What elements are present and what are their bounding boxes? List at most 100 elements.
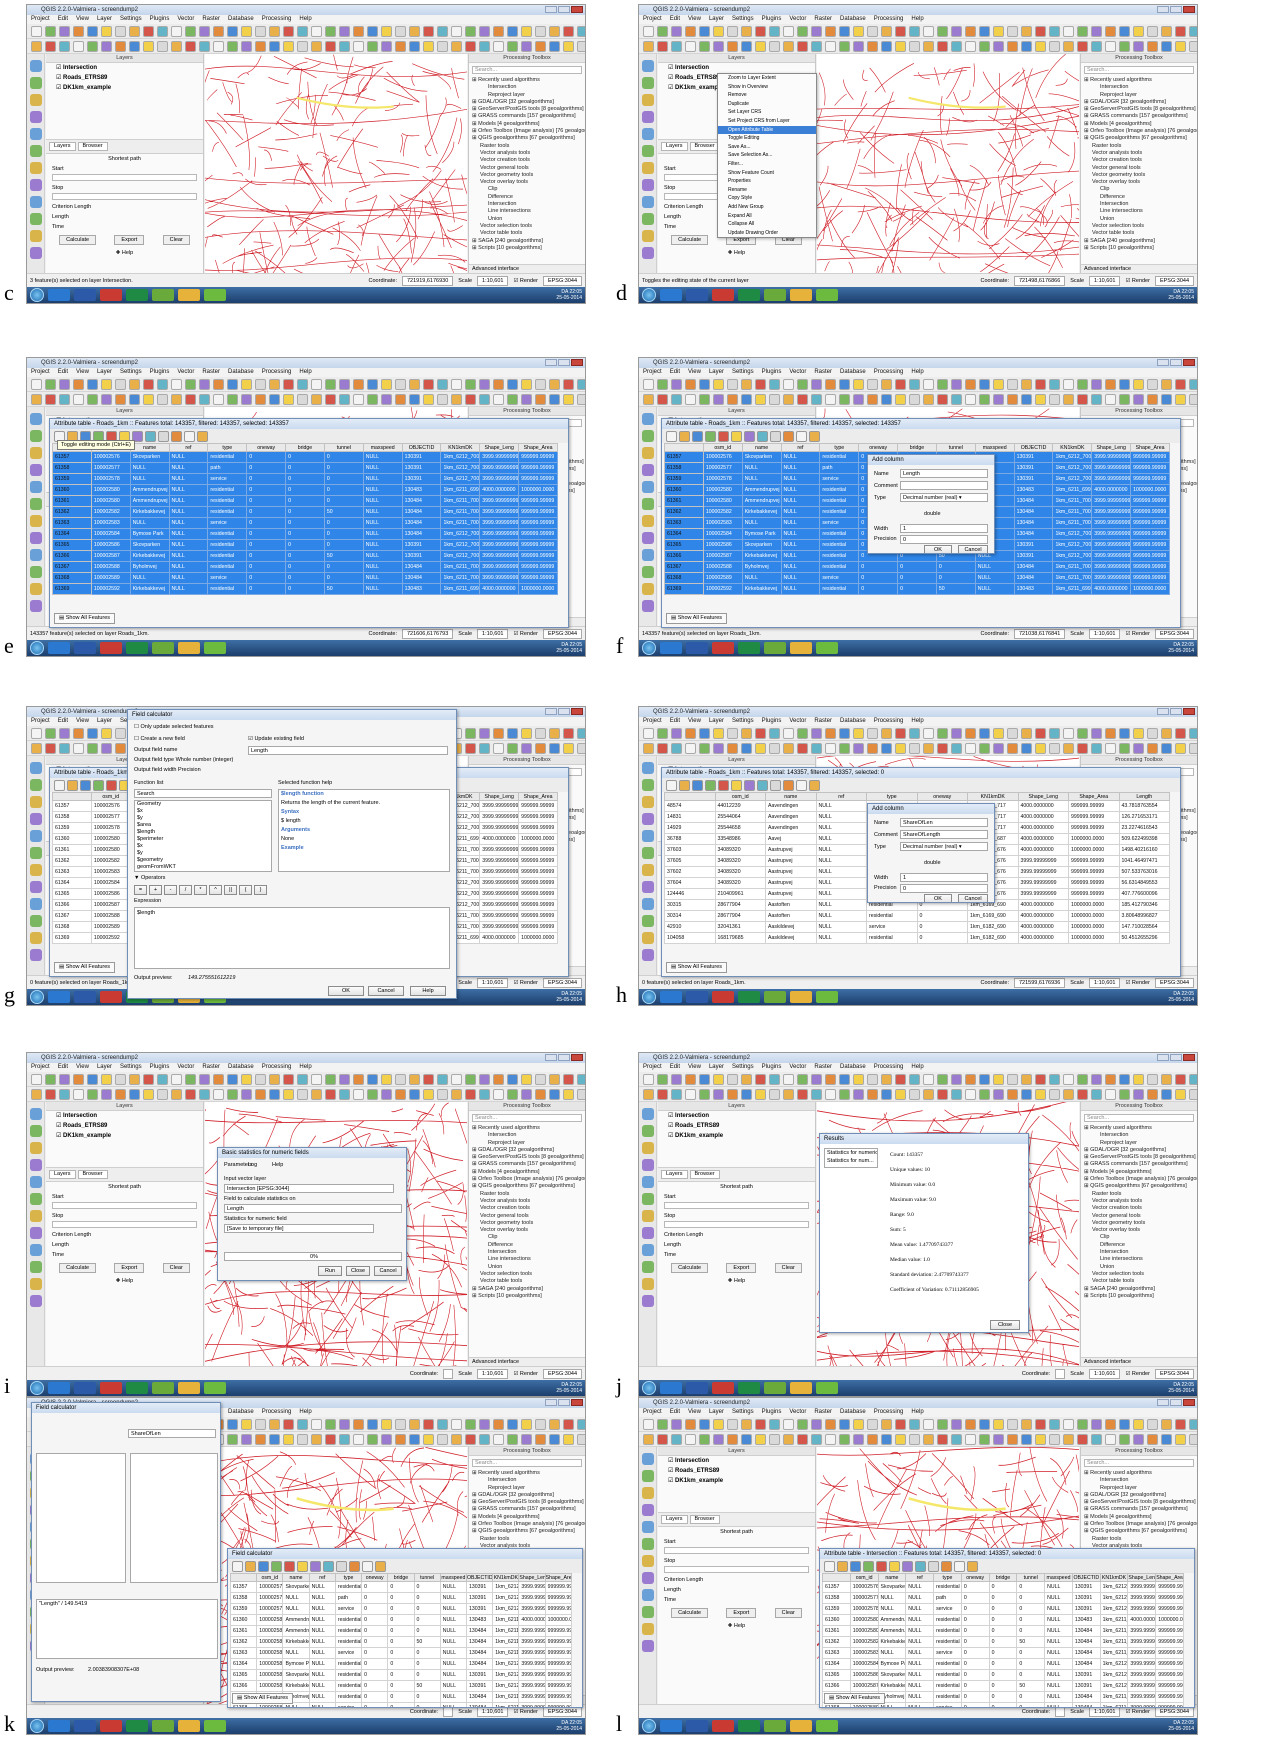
table-cell[interactable]: 61359: [52, 822, 92, 834]
word-icon[interactable]: [686, 289, 708, 301]
table-cell[interactable]: NULL: [877, 1647, 907, 1659]
table-cell[interactable]: 3999.99999999: [479, 550, 520, 562]
table-cell[interactable]: 61366: [822, 1680, 851, 1692]
chrome-icon[interactable]: [790, 1720, 812, 1732]
tab-browser[interactable]: Browser: [689, 1170, 720, 1179]
excel-icon[interactable]: [126, 1720, 148, 1732]
toolbox-tree-item[interactable]: Vector creation tools: [1081, 1205, 1197, 1212]
toolbar-tool-icon[interactable]: [241, 1433, 252, 1445]
table-cell[interactable]: 0: [988, 1581, 1018, 1593]
toolbar-tool-icon[interactable]: [563, 393, 574, 405]
toolbar-tool-icon[interactable]: [437, 1418, 448, 1430]
column-header[interactable]: oneway: [246, 443, 287, 452]
toolbox-tree-item[interactable]: Vector geometry tools: [469, 1220, 585, 1227]
table-cell[interactable]: 1000000.0000: [1068, 921, 1120, 933]
table-cell[interactable]: service: [819, 473, 860, 485]
table-cell[interactable]: NULL: [815, 800, 867, 812]
table-cell[interactable]: 3999.99999999: [1091, 462, 1132, 474]
table-cell[interactable]: 50: [413, 1636, 441, 1648]
table-cell[interactable]: 130391: [1013, 473, 1054, 485]
table-cell[interactable]: residential: [933, 1658, 962, 1670]
qgis-icon[interactable]: [764, 1382, 786, 1394]
toolbar-tool-icon[interactable]: [727, 1433, 738, 1445]
acrobat-icon[interactable]: [100, 642, 122, 654]
table-cell[interactable]: NULL: [168, 539, 209, 551]
toolbar-tool-icon[interactable]: [563, 742, 574, 754]
toolbar-tool-icon[interactable]: [381, 393, 392, 405]
table-cell[interactable]: NULL: [308, 1680, 336, 1692]
table-cell[interactable]: NULL: [362, 462, 403, 474]
word-icon[interactable]: [74, 991, 96, 1003]
layer-item[interactable]: ☑ Intersection: [46, 63, 203, 73]
ok-button[interactable]: OK: [924, 545, 952, 553]
toolbox-tree-item[interactable]: Vector overlay tools: [1081, 179, 1197, 186]
table-cell[interactable]: service: [334, 1603, 363, 1615]
table-cell[interactable]: NULL: [168, 550, 209, 562]
table-cell[interactable]: Kirkebakkevej: [877, 1636, 907, 1648]
toolbar-tool-icon[interactable]: [1189, 1433, 1197, 1445]
add-layer-icon[interactable]: [641, 566, 654, 578]
table-cell[interactable]: 0: [988, 1680, 1018, 1692]
table-cell[interactable]: 999999.99999: [1068, 811, 1120, 823]
toolbar-tool-icon[interactable]: [465, 1088, 476, 1100]
toolbar-tool-icon[interactable]: [1007, 727, 1018, 739]
menu-plugins[interactable]: Plugins: [150, 369, 170, 375]
toolbox-tree-item[interactable]: Union: [1081, 1264, 1197, 1271]
toolbar-tool-icon[interactable]: [171, 1073, 182, 1085]
toolbar-tool-icon[interactable]: [1077, 378, 1088, 390]
table-cell[interactable]: 3999.99999999: [518, 1581, 546, 1593]
table-cell[interactable]: 61357: [664, 451, 704, 463]
table-cell[interactable]: NULL: [780, 495, 821, 507]
type-select[interactable]: Decimal number (real) ▾: [900, 493, 988, 502]
toolbar-tool-icon[interactable]: [1119, 393, 1130, 405]
toolbar-tool-icon[interactable]: [951, 40, 962, 52]
toolbar-tool-icon[interactable]: [741, 393, 752, 405]
stop-field[interactable]: [664, 1221, 809, 1228]
toolbar-tool-icon[interactable]: [881, 1088, 892, 1100]
table-cell[interactable]: Kirkebakkevej: [282, 1680, 310, 1692]
menu-layer[interactable]: Layer: [97, 16, 112, 22]
acrobat-icon[interactable]: [100, 991, 122, 1003]
toolbar-tool-icon[interactable]: [671, 1088, 682, 1100]
toolbox-tree-item[interactable]: Union: [469, 1264, 585, 1271]
toolbox-tree-item[interactable]: Intersection: [469, 84, 585, 91]
coordinate-field[interactable]: 721606,6176793: [401, 629, 454, 639]
start-button[interactable]: [642, 990, 656, 1004]
table-row[interactable]: 61368100002589NULLNULLservice000NULL1304…: [52, 572, 558, 584]
table-cell[interactable]: NULL: [362, 484, 403, 496]
attribute-tool-icon[interactable]: [809, 431, 820, 442]
table-cell[interactable]: NULL: [741, 462, 782, 474]
toolbar-tool-icon[interactable]: [727, 1088, 738, 1100]
toolbar-tool-icon[interactable]: [993, 1088, 1004, 1100]
toolbar-tool-icon[interactable]: [951, 393, 962, 405]
menu-raster[interactable]: Raster: [814, 718, 832, 724]
table-cell[interactable]: 0: [988, 1669, 1018, 1681]
column-header[interactable]: ref: [815, 792, 867, 801]
toolbox-tree-item[interactable]: ⊞ GeoServer/PostGIS tools [8 geoalgorith…: [469, 1499, 585, 1506]
table-cell[interactable]: NULL: [780, 528, 821, 540]
table-cell[interactable]: Kirkebakkevej: [129, 583, 170, 595]
toolbar-tool-icon[interactable]: [825, 742, 836, 754]
table-cell[interactable]: 130391: [1071, 1581, 1101, 1593]
toolbar-tool-icon[interactable]: [241, 40, 252, 52]
toolbar-tool-icon[interactable]: [741, 378, 752, 390]
table-cell[interactable]: 0: [916, 932, 968, 944]
table-cell[interactable]: Skovparken: [741, 539, 782, 551]
table-cell[interactable]: 0: [246, 484, 287, 496]
table-cell[interactable]: 0: [246, 550, 287, 562]
table-cell[interactable]: 100002588: [702, 561, 743, 573]
excel-icon[interactable]: [126, 1382, 148, 1394]
close-button[interactable]: Close: [346, 1266, 370, 1276]
toolbar-tool-icon[interactable]: [881, 1433, 892, 1445]
table-row[interactable]: 61362100002582KirkebakkevejNULLresidenti…: [229, 1636, 573, 1648]
table-cell[interactable]: 61361: [52, 844, 92, 856]
toolbar-tool-icon[interactable]: [1049, 25, 1060, 37]
stop-field[interactable]: [52, 1221, 197, 1228]
toolbar-tool-icon[interactable]: [115, 378, 126, 390]
toolbar-tool-icon[interactable]: [993, 1073, 1004, 1085]
comment-field[interactable]: ShareOfLength: [900, 830, 988, 839]
table-cell[interactable]: 4000.0000000: [1017, 932, 1069, 944]
add-layer-icon[interactable]: [641, 162, 654, 174]
table-cell[interactable]: NULL: [282, 1647, 310, 1659]
table-cell[interactable]: 0: [387, 1658, 415, 1670]
